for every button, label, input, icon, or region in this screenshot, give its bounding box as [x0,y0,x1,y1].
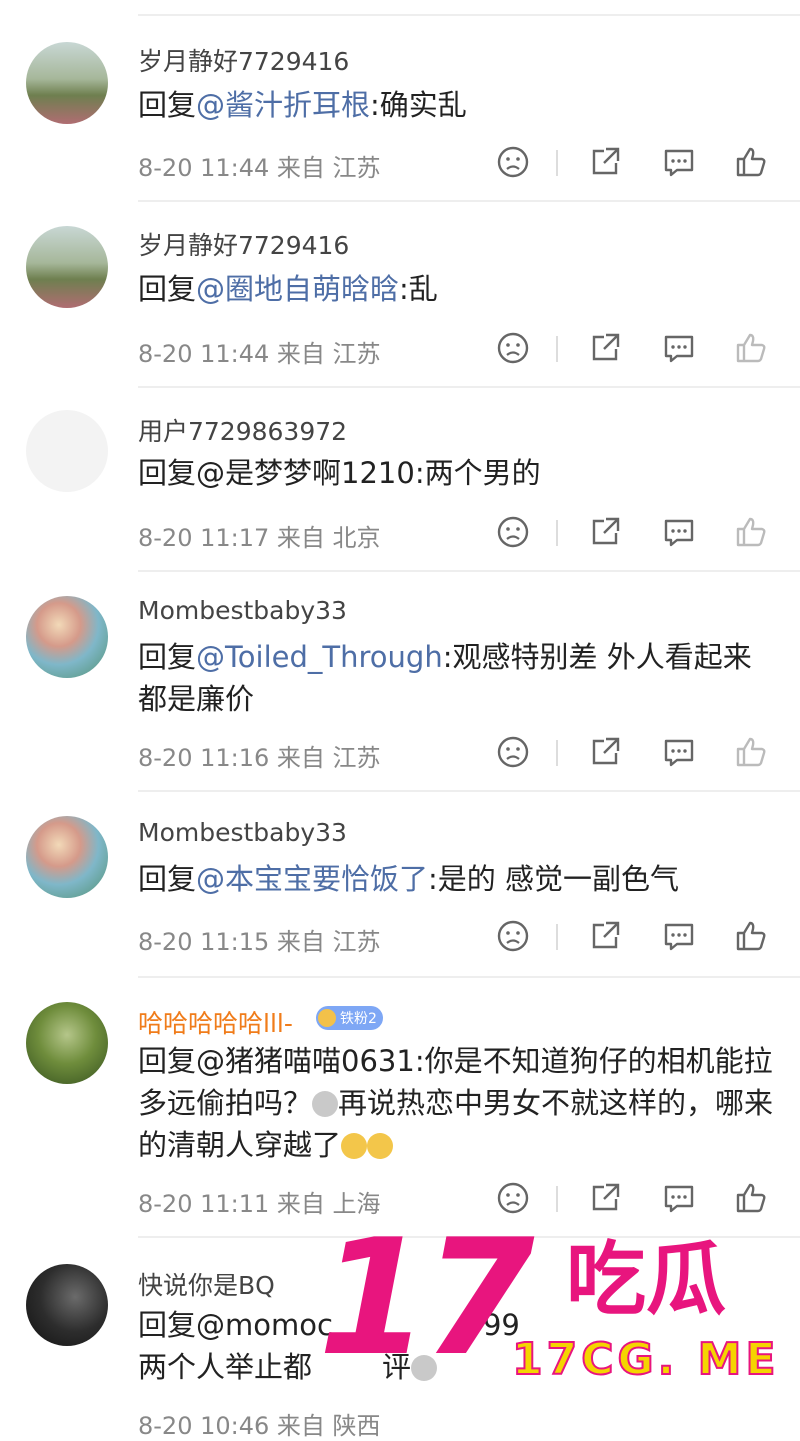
avatar[interactable] [26,1264,108,1346]
comment-content: @momoc [196,1308,333,1342]
comment-location: 来自 陕西 [276,1412,381,1440]
comment-content: 两个人举止都 [138,1350,313,1384]
watermark-url: 17CG. ME [511,1334,780,1385]
reply-prefix: 回复 [138,1308,197,1342]
watermark-logo-number: 17 [318,1204,535,1391]
username[interactable]: 快说你是BQ [138,1266,275,1302]
comment-time: 8-20 10:46 [138,1412,270,1440]
watermark-logo-text: 吃瓜 [566,1233,726,1326]
comment-meta: 8-20 10:46 来自 陕西 [138,1406,381,1441]
